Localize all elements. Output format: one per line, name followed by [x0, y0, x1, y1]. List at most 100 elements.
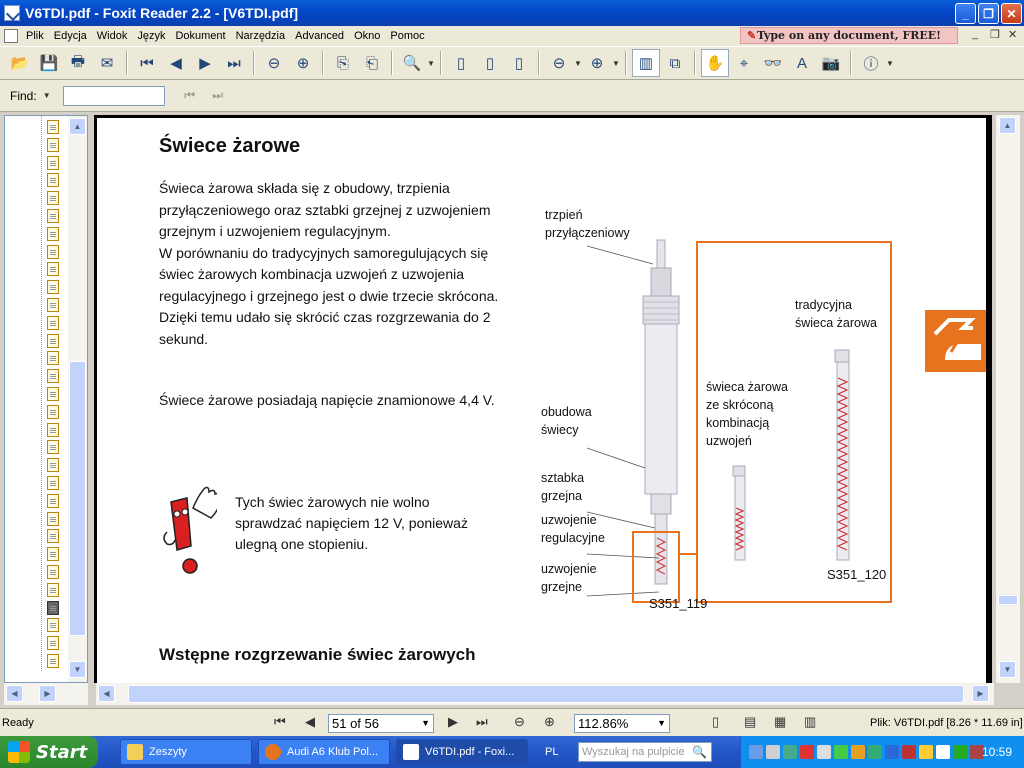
first-page-icon[interactable]: ⏮: [133, 49, 161, 77]
bookmark-item-icon[interactable]: [47, 440, 59, 455]
single-page-icon[interactable]: ▯: [712, 714, 719, 730]
continuous-icon[interactable]: ▤: [744, 714, 756, 730]
menu-widok[interactable]: Widok: [92, 30, 133, 42]
bookmark-item-icon[interactable]: [47, 422, 59, 437]
mdi-close-button[interactable]: ✕: [1008, 28, 1017, 41]
find-previous-icon[interactable]: ⏮: [179, 85, 201, 107]
bookmark-item-icon[interactable]: [47, 387, 59, 401]
tray-icon[interactable]: [936, 745, 950, 759]
tray-icon[interactable]: [851, 745, 865, 759]
bookmark-item-icon[interactable]: [47, 333, 59, 348]
document-view[interactable]: Świece żarowe Świeca żarowa składa się z…: [94, 115, 992, 683]
menu-pomoc[interactable]: Pomoc: [385, 30, 429, 42]
next-page-icon[interactable]: ▶: [191, 49, 219, 77]
status-next-page-icon[interactable]: ▶: [448, 714, 458, 730]
bookmark-item-icon[interactable]: [47, 155, 59, 170]
scroll-left-icon[interactable]: ◀: [6, 685, 23, 702]
bookmark-scroll-thumb[interactable]: [69, 361, 86, 636]
bookmark-item-icon[interactable]: [47, 458, 59, 473]
zoom-dropdown-icon[interactable]: ▼: [657, 715, 666, 732]
typewriter-icon[interactable]: A: [788, 49, 816, 77]
bookmark-item-icon[interactable]: [47, 351, 59, 366]
bookmark-item-icon[interactable]: [47, 369, 59, 384]
doc-scroll-down-icon[interactable]: ▼: [999, 661, 1016, 678]
scroll-right-icon[interactable]: ▶: [39, 685, 56, 702]
rotate-right-icon[interactable]: ⎗: [358, 49, 386, 77]
bookmark-item-icon[interactable]: [47, 209, 59, 223]
bookmark-hscrollbar[interactable]: ◀ ▶: [4, 683, 88, 705]
bookmark-item-icon[interactable]: [47, 191, 59, 206]
zoom-out-dropdown-icon[interactable]: ▼: [574, 59, 582, 68]
menu-plik[interactable]: Plik: [21, 30, 49, 42]
doc-hscroll-thumb[interactable]: [128, 685, 964, 703]
hand-tool-icon[interactable]: ✋: [701, 49, 729, 77]
facing-icon[interactable]: ▦: [774, 714, 786, 730]
document-menu-icon[interactable]: [4, 29, 18, 43]
continuous-facing-icon[interactable]: ▥: [804, 714, 816, 730]
info-icon[interactable]: ⓘ: [857, 49, 885, 77]
bluetooth-icon[interactable]: [885, 745, 899, 759]
fit-width-icon[interactable]: ▯: [505, 49, 533, 77]
bookmark-item-icon[interactable]: [47, 120, 59, 134]
status-back-icon[interactable]: ⊖: [514, 714, 525, 730]
tray-icon[interactable]: [766, 745, 780, 759]
previous-page-icon[interactable]: ◀: [162, 49, 190, 77]
tray-icon[interactable]: [749, 745, 763, 759]
zoom-tool-icon[interactable]: 🔍: [398, 49, 426, 77]
doc-scroll-right-icon[interactable]: ▶: [972, 685, 989, 702]
tray-icon[interactable]: [902, 745, 916, 759]
zoom-in-icon[interactable]: ⊕: [583, 49, 611, 77]
bookmark-item-icon[interactable]: [47, 618, 59, 633]
bookmark-item-icon[interactable]: [47, 244, 59, 259]
mdi-restore-button[interactable]: ❐: [990, 28, 1000, 41]
minimize-button[interactable]: _: [955, 3, 976, 24]
scroll-down-icon[interactable]: ▼: [69, 661, 86, 678]
tray-icon[interactable]: [919, 745, 933, 759]
find-next-icon[interactable]: ⏭: [207, 85, 229, 107]
menu-edycja[interactable]: Edycja: [49, 30, 92, 42]
select-text-icon[interactable]: ⌖: [730, 49, 758, 77]
bookmark-item-icon[interactable]: [47, 476, 59, 490]
menu-advanced[interactable]: Advanced: [290, 30, 349, 42]
doc-scroll-left-icon[interactable]: ◀: [98, 685, 115, 702]
info-dropdown-icon[interactable]: ▼: [886, 59, 894, 68]
search-icon[interactable]: 🔍: [692, 745, 707, 759]
document-vscrollbar[interactable]: ▲ ▼: [996, 115, 1020, 683]
doc-scroll-thumb[interactable]: [998, 595, 1018, 605]
tray-icon[interactable]: [868, 745, 882, 759]
bookmark-item-icon[interactable]: [47, 654, 59, 668]
page-number-field[interactable]: 51 of 56 ▼: [328, 714, 434, 733]
document-hscrollbar[interactable]: ◀ ▶: [96, 683, 994, 705]
zoom-in-dropdown-icon[interactable]: ▼: [612, 59, 620, 68]
task-audi-klub[interactable]: Audi A6 Klub Pol...: [258, 739, 390, 765]
status-forward-icon[interactable]: ⊕: [544, 714, 555, 730]
open-icon[interactable]: 📂: [6, 49, 34, 77]
bookmark-item-icon[interactable]: [47, 298, 59, 312]
forward-icon[interactable]: ⊕: [289, 49, 317, 77]
tray-icon[interactable]: [953, 745, 967, 759]
bookmark-item-icon[interactable]: [47, 511, 59, 526]
maximize-button[interactable]: ❐: [978, 3, 999, 24]
rotate-left-icon[interactable]: ⎘: [329, 49, 357, 77]
bookmark-item-icon[interactable]: [47, 636, 59, 651]
language-indicator[interactable]: PL: [545, 746, 558, 758]
zoom-field[interactable]: 112.86% ▼: [574, 714, 670, 733]
tray-icon[interactable]: [783, 745, 797, 759]
menu-okno[interactable]: Okno: [349, 30, 385, 42]
bookmark-item-icon[interactable]: [47, 280, 59, 295]
page-dropdown-icon[interactable]: ▼: [421, 715, 430, 732]
status-prev-page-icon[interactable]: ◀: [305, 714, 315, 730]
bookmarks-panel-icon[interactable]: ▥: [632, 49, 660, 77]
bookmark-item-icon[interactable]: [47, 404, 59, 419]
bookmark-item-icon[interactable]: [47, 262, 59, 277]
bookmark-item-icon[interactable]: [47, 173, 59, 188]
snapshot-icon[interactable]: 📷: [817, 49, 845, 77]
bookmark-item-icon[interactable]: [47, 493, 59, 508]
task-zeszyty[interactable]: Zeszyty: [120, 739, 252, 765]
status-last-page-icon[interactable]: ⏭: [476, 714, 488, 730]
menu-narzedzia[interactable]: Narzędzia: [231, 30, 291, 42]
menu-dokument[interactable]: Dokument: [170, 30, 230, 42]
actual-size-icon[interactable]: ▯: [447, 49, 475, 77]
ad-banner[interactable]: ✎ Type on any document, FREE!: [740, 27, 958, 44]
start-button[interactable]: Start: [0, 736, 98, 768]
